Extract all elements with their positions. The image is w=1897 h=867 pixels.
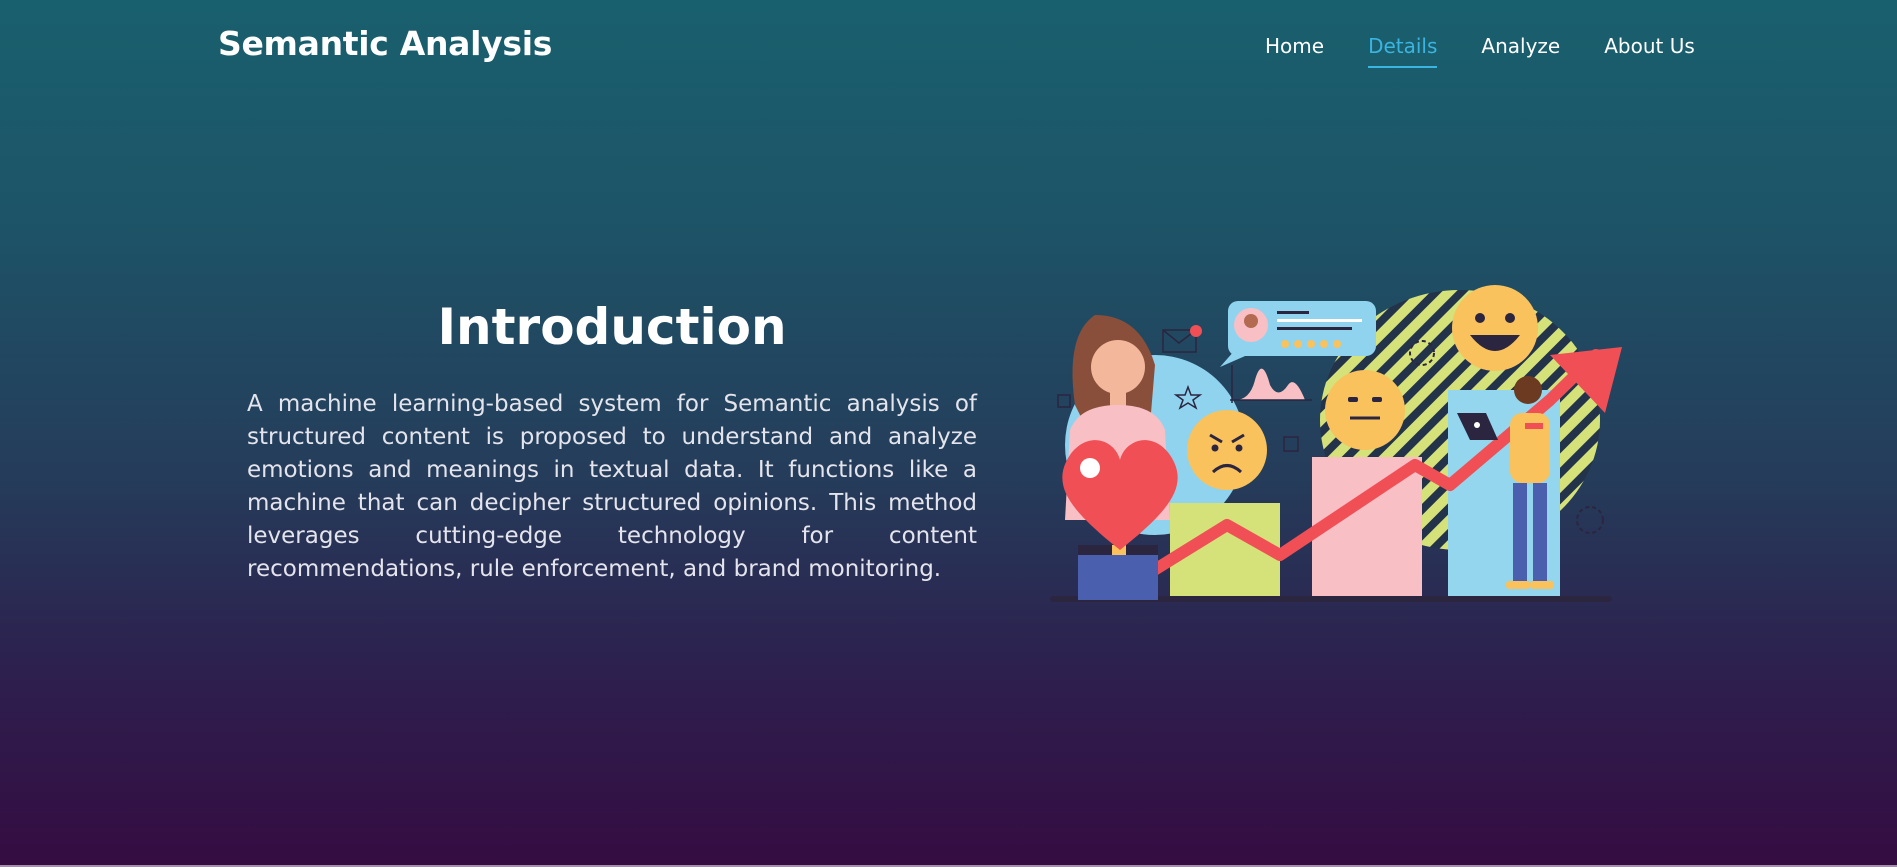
- top-header: Semantic Analysis Home Details Analyze A…: [0, 0, 1897, 95]
- nav-analyze[interactable]: Analyze: [1481, 34, 1560, 68]
- happy-emoji-icon: [1452, 285, 1538, 371]
- nav-about-us[interactable]: About Us: [1604, 34, 1695, 68]
- neutral-emoji-icon: [1325, 370, 1405, 450]
- gear-icon: [1576, 506, 1604, 534]
- intro-text: A machine learning-based system for Sema…: [247, 391, 977, 582]
- nav-details[interactable]: Details: [1368, 34, 1438, 68]
- checkbox-icon: [1057, 394, 1071, 408]
- main-nav: Home Details Analyze About Us: [1265, 34, 1739, 68]
- intro-title: Introduction: [437, 298, 787, 356]
- brand-logo[interactable]: Semantic Analysis: [218, 24, 552, 63]
- nav-home[interactable]: Home: [1265, 34, 1324, 68]
- checkbox-icon: [1283, 436, 1299, 452]
- sentiment-illustration: [1050, 285, 1622, 602]
- mini-chart-icon: [1230, 365, 1312, 403]
- angry-emoji-icon: [1187, 410, 1267, 490]
- notification-dot: [1190, 325, 1202, 337]
